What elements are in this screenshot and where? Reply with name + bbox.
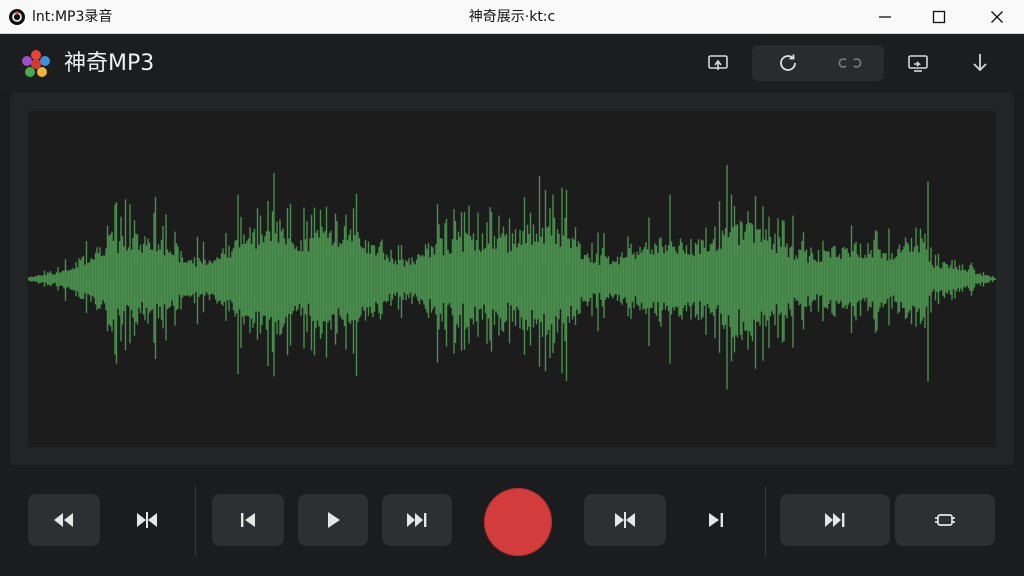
waveform xyxy=(28,164,996,390)
trim-icon xyxy=(137,512,157,528)
play-button[interactable] xyxy=(298,494,368,546)
next-icon xyxy=(825,513,845,527)
rewind-button[interactable] xyxy=(28,494,100,546)
repeat-button[interactable] xyxy=(895,494,995,546)
download-button[interactable] xyxy=(962,45,998,81)
play-icon xyxy=(328,512,340,528)
skip-start-button[interactable] xyxy=(212,494,284,546)
maximize-icon xyxy=(932,10,946,24)
brand-title: 神奇MP3 xyxy=(64,51,155,76)
minimize-icon xyxy=(879,16,891,18)
next-button[interactable] xyxy=(780,494,890,546)
divider xyxy=(195,486,196,556)
maximize-button[interactable] xyxy=(912,0,966,34)
skip-start-icon xyxy=(241,513,255,527)
cast-button[interactable] xyxy=(700,45,736,81)
fast-forward-icon xyxy=(407,513,427,527)
trim-button[interactable] xyxy=(112,494,182,546)
waveform-trace xyxy=(28,164,996,390)
loop-button[interactable] xyxy=(832,45,868,81)
cast-icon xyxy=(708,55,728,70)
refresh-icon xyxy=(780,54,796,71)
close-icon xyxy=(991,11,1003,23)
waveform-panel xyxy=(10,93,1014,465)
app-icon xyxy=(9,9,25,25)
refresh-button[interactable] xyxy=(770,45,806,81)
logo-icon xyxy=(22,50,50,77)
transport-bar xyxy=(0,478,1024,576)
app-header: 神奇MP3 xyxy=(0,34,1024,92)
title-bar: lnt:MP3录音 神奇展示·kt:c xyxy=(0,0,1024,34)
download-icon xyxy=(973,54,987,72)
skip-end-icon xyxy=(709,513,723,527)
rewind-icon xyxy=(54,513,73,527)
close-button[interactable] xyxy=(970,0,1024,34)
fast-forward-button[interactable] xyxy=(382,494,452,546)
loop-icon xyxy=(838,58,862,68)
app-name: lnt:MP3录音 xyxy=(32,9,113,25)
waveform-area[interactable] xyxy=(28,111,996,447)
trim-icon xyxy=(615,512,635,528)
screen-share-button[interactable] xyxy=(900,45,936,81)
skip-end-button[interactable] xyxy=(682,494,750,546)
screen-share-icon xyxy=(908,55,928,72)
repeat-icon xyxy=(935,514,955,526)
divider xyxy=(765,486,766,556)
trim-right-button[interactable] xyxy=(584,494,666,546)
record-button[interactable] xyxy=(484,488,552,556)
minimize-button[interactable] xyxy=(858,0,912,34)
